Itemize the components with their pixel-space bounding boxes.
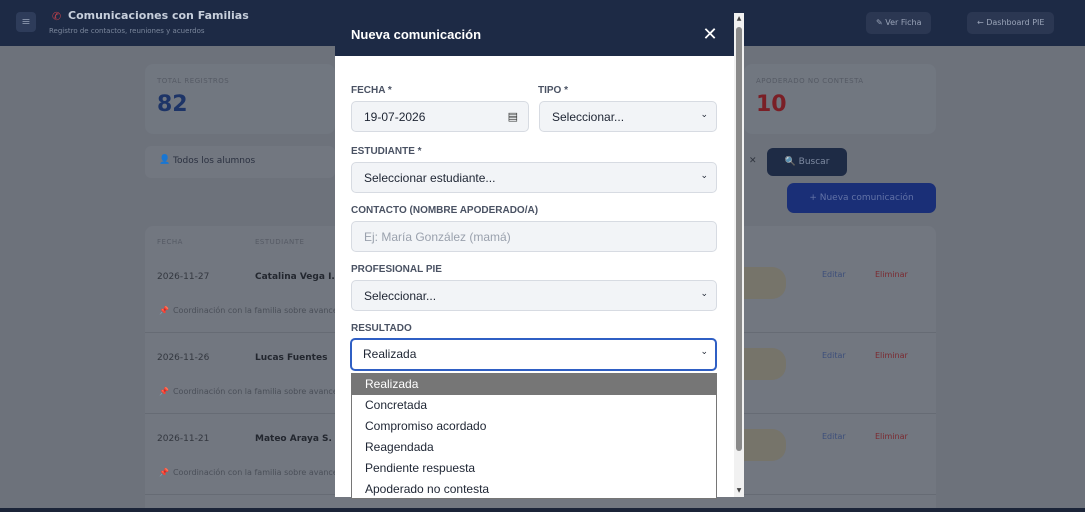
student-filter[interactable]: 👤 Todos los alumnos <box>145 146 335 178</box>
row-note-text: Coordinación con la familia sobre avance… <box>172 306 342 315</box>
modal-header: Nueva comunicación ✕ <box>335 13 734 56</box>
fecha-label: FECHA * <box>351 85 392 96</box>
modal-scrollbar[interactable]: ▲ ▼ <box>734 13 744 497</box>
row-student: Mateo Araya S. <box>255 434 332 444</box>
resultado-label: RESULTADO <box>351 323 412 334</box>
delete-button[interactable]: Eliminar <box>875 351 908 360</box>
contacto-input[interactable]: Ej: María González (mamá) <box>351 221 717 252</box>
row-note: 📌 Coordinación con la familia sobre avanc… <box>159 468 342 477</box>
profesional-value: Seleccionar... <box>364 289 437 303</box>
row-date: 2026-11-27 <box>157 272 210 282</box>
page-subtitle: Registro de contactos, reuniones y acuer… <box>49 27 205 35</box>
modal-title: Nueva comunicación <box>351 27 482 42</box>
dashboard-pie-button[interactable]: ← Dashboard PIE <box>967 12 1055 34</box>
row-student: Catalina Vega I. <box>255 272 335 282</box>
scroll-up-icon[interactable]: ▲ <box>735 15 743 23</box>
chevron-down-icon: ⌄ <box>700 347 708 357</box>
resultado-value: Realizada <box>363 347 417 361</box>
search-button[interactable]: 🔍 Buscar <box>767 148 847 176</box>
fecha-value: 19-07-2026 <box>364 110 426 124</box>
page-title: Comunicaciones con Familias <box>68 9 249 22</box>
student-filter-label: Todos los alumnos <box>173 156 256 166</box>
pin-icon: 📌 <box>159 306 169 315</box>
person-icon: 👤 <box>159 155 171 165</box>
stat-value: 82 <box>157 92 188 117</box>
contacto-placeholder: Ej: María González (mamá) <box>364 230 511 244</box>
resultado-dropdown-list: Realizada Concretada Compromiso acordado… <box>351 373 717 499</box>
window-bottom-edge <box>0 508 1085 512</box>
calendar-icon[interactable]: ▤ <box>508 110 518 123</box>
row-note: 📌 Coordinación con la familia sobre avanc… <box>159 387 342 396</box>
contacto-label: CONTACTO (NOMBRE APODERADO/A) <box>351 205 539 216</box>
resultado-select[interactable]: Realizada ⌄ <box>350 338 717 371</box>
row-note-text: Coordinación con la familia sobre avance… <box>172 468 342 477</box>
fecha-field[interactable]: 19-07-2026 ▤ <box>351 101 529 132</box>
chevron-down-icon: ⌄ <box>700 289 708 299</box>
estudiante-select[interactable]: Seleccionar estudiante... ⌄ <box>351 162 717 193</box>
tipo-label: TIPO * <box>538 85 569 96</box>
scroll-down-icon[interactable]: ▼ <box>735 487 743 495</box>
stat-label: APODERADO NO CONTESTA <box>756 77 864 85</box>
close-icon[interactable]: ✕ <box>699 24 721 46</box>
profesional-label: PROFESIONAL PIE <box>351 264 442 275</box>
column-header-estudiante: ESTUDIANTE <box>255 238 305 246</box>
new-communication-button[interactable]: + Nueva comunicación <box>787 183 936 213</box>
estudiante-label: ESTUDIANTE * <box>351 146 422 157</box>
row-date: 2026-11-21 <box>157 434 210 444</box>
row-note: 📌 Coordinación con la familia sobre avanc… <box>159 306 342 315</box>
row-student: Lucas Fuentes <box>255 353 328 363</box>
stat-card-no-contesta: APODERADO NO CONTESTA 10 <box>744 64 936 134</box>
status-badge <box>744 429 786 461</box>
delete-button[interactable]: Eliminar <box>875 270 908 279</box>
pin-icon: 📌 <box>159 468 169 477</box>
resultado-option[interactable]: Apoderado no contesta <box>352 479 716 498</box>
row-date: 2026-11-26 <box>157 353 210 363</box>
status-badge <box>744 267 786 299</box>
resultado-option[interactable]: Realizada <box>352 374 716 395</box>
estudiante-value: Seleccionar estudiante... <box>364 171 496 185</box>
row-note-text: Coordinación con la familia sobre avance… <box>172 387 342 396</box>
status-badge <box>744 348 786 380</box>
tipo-select[interactable]: Seleccionar... ⌄ <box>539 101 717 132</box>
edit-button[interactable]: Editar <box>822 351 846 360</box>
tipo-value: Seleccionar... <box>552 110 625 124</box>
pin-icon: 📌 <box>159 387 169 396</box>
resultado-option[interactable]: Reagendada <box>352 437 716 458</box>
stat-value: 10 <box>756 92 787 117</box>
edit-button[interactable]: Editar <box>822 432 846 441</box>
resultado-option[interactable]: Pendiente respuesta <box>352 458 716 479</box>
ver-ficha-button[interactable]: ✎ Ver Ficha <box>866 12 932 34</box>
profesional-select[interactable]: Seleccionar... ⌄ <box>351 280 717 311</box>
delete-button[interactable]: Eliminar <box>875 432 908 441</box>
chevron-down-icon: ⌄ <box>700 110 708 120</box>
stat-card-total: TOTAL REGISTROS 82 <box>145 64 335 134</box>
resultado-option[interactable]: Compromiso acordado <box>352 416 716 437</box>
edit-button[interactable]: Editar <box>822 270 846 279</box>
column-header-fecha: FECHA <box>157 238 183 246</box>
scrollbar-thumb[interactable] <box>736 27 742 451</box>
clear-filter-icon[interactable]: ✕ <box>749 156 757 166</box>
resultado-option[interactable]: Concretada <box>352 395 716 416</box>
phone-icon: ✆ <box>52 10 62 23</box>
stat-label: TOTAL REGISTROS <box>157 77 230 85</box>
chevron-down-icon: ⌄ <box>700 171 708 181</box>
menu-icon[interactable]: ≡ <box>16 12 36 32</box>
